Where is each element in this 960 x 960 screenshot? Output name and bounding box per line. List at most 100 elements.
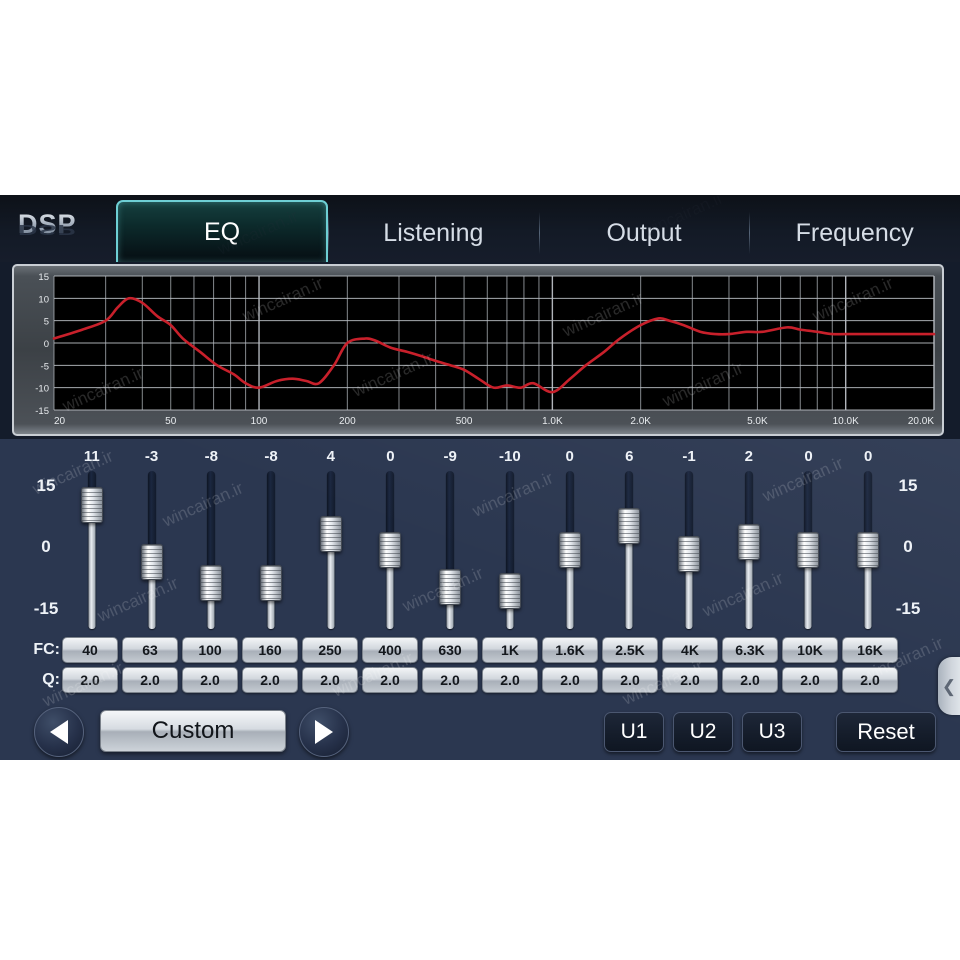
- fc-value-button[interactable]: 100: [182, 637, 238, 663]
- gain-value: 4: [326, 448, 335, 465]
- next-preset-button[interactable]: [299, 707, 349, 757]
- q-value-button[interactable]: 2.0: [422, 667, 478, 693]
- slider-thumb[interactable]: [498, 572, 521, 609]
- user-preset-u3-label: U3: [758, 720, 786, 743]
- q-value-button[interactable]: 2.0: [302, 667, 358, 693]
- q-value-button[interactable]: 2.0: [782, 667, 838, 693]
- q-value-button[interactable]: 2.0: [242, 667, 298, 693]
- fc-value-button[interactable]: 1K: [482, 637, 538, 663]
- slider-thumb[interactable]: [678, 536, 701, 573]
- fc-value-button[interactable]: 1.6K: [542, 637, 598, 663]
- fc-value-button[interactable]: 400: [362, 637, 418, 663]
- eq-band-slider[interactable]: [62, 471, 122, 629]
- slider-thumb[interactable]: [857, 532, 880, 568]
- fc-value-button[interactable]: 2.5K: [602, 637, 658, 663]
- svg-text:0: 0: [44, 339, 49, 350]
- fc-value-button[interactable]: 63: [122, 637, 178, 663]
- q-value-button[interactable]: 2.0: [482, 667, 538, 693]
- gain-value: 11: [83, 448, 100, 465]
- tab-output[interactable]: Output: [538, 204, 750, 262]
- preset-name-button[interactable]: Custom: [100, 710, 286, 752]
- svg-text:5.0K: 5.0K: [747, 416, 768, 427]
- user-preset-u2-button[interactable]: U2: [673, 712, 733, 752]
- q-value-button[interactable]: 2.0: [662, 667, 718, 693]
- svg-text:-10: -10: [35, 384, 49, 395]
- slider-thumb[interactable]: [618, 507, 641, 544]
- q-row-label: Q:: [42, 671, 60, 688]
- tab-frequency[interactable]: Frequency: [749, 204, 960, 262]
- slider-thumb[interactable]: [80, 487, 103, 524]
- gain-value-row: 11 -3 -8 -8 4 0 -9 -10 0 6 -1 2 0 0: [62, 448, 898, 470]
- svg-text:10.0K: 10.0K: [833, 416, 859, 427]
- slider-rack: [62, 471, 898, 629]
- q-value-button[interactable]: 2.0: [602, 667, 658, 693]
- tab-eq[interactable]: EQ: [116, 200, 328, 262]
- eq-slider-panel: 11 -3 -8 -8 4 0 -9 -10 0 6 -1 2 0 0 15 0 -15 15 0 -15…: [0, 439, 960, 760]
- slider-thumb[interactable]: [797, 532, 820, 568]
- q-value-button[interactable]: 2.0: [842, 667, 898, 693]
- q-value-button[interactable]: 2.0: [722, 667, 778, 693]
- fc-value-button[interactable]: 160: [242, 637, 298, 663]
- svg-text:10: 10: [38, 294, 49, 305]
- slider-thumb[interactable]: [319, 515, 342, 552]
- tab-frequency-label: Frequency: [795, 218, 914, 247]
- q-value-button[interactable]: 2.0: [362, 667, 418, 693]
- eq-band-slider[interactable]: [719, 471, 779, 629]
- tab-listening[interactable]: Listening: [328, 204, 539, 262]
- q-value-button[interactable]: 2.0: [542, 667, 598, 693]
- gain-value: -1: [682, 448, 696, 465]
- reset-button[interactable]: Reset: [836, 712, 936, 752]
- prev-preset-button[interactable]: [34, 707, 84, 757]
- eq-band-slider[interactable]: [122, 471, 182, 629]
- scale-left-bottom: -15: [33, 599, 59, 618]
- svg-text:100: 100: [251, 416, 268, 427]
- slider-thumb[interactable]: [200, 564, 223, 601]
- dsp-eq-app: DSP DSP EQ Listening Output Frequency 15…: [0, 195, 960, 760]
- fc-value-button[interactable]: 40: [62, 637, 118, 663]
- dsp-logo: DSP DSP: [0, 195, 110, 262]
- slider-thumb[interactable]: [140, 544, 163, 581]
- eq-band-slider[interactable]: [181, 471, 241, 629]
- fc-value-button[interactable]: 4K: [662, 637, 718, 663]
- eq-band-slider[interactable]: [599, 471, 659, 629]
- svg-text:200: 200: [339, 416, 356, 427]
- eq-band-slider[interactable]: [779, 471, 839, 629]
- eq-band-slider[interactable]: [301, 471, 361, 629]
- fc-value-button[interactable]: 630: [422, 637, 478, 663]
- gain-value: -8: [264, 448, 278, 465]
- triangle-right-icon: [315, 720, 333, 744]
- q-value-button[interactable]: 2.0: [122, 667, 178, 693]
- q-value-button[interactable]: 2.0: [62, 667, 118, 693]
- slider-thumb[interactable]: [558, 532, 581, 568]
- eq-band-slider[interactable]: [361, 471, 421, 629]
- q-row: 2.0 2.0 2.0 2.0 2.0 2.0 2.0 2.0 2.0 2.0 2.0 2.0 2.0 2…: [62, 667, 898, 693]
- eq-curve-svg: 151050-5-10-1520 50 100 200 500 1.0K 2.0K 5.0K 1…: [35, 272, 936, 427]
- gain-value: 6: [625, 448, 634, 465]
- gain-value: 2: [744, 448, 753, 465]
- slider-thumb[interactable]: [260, 564, 283, 601]
- eq-band-slider[interactable]: [241, 471, 301, 629]
- fc-value-button[interactable]: 250: [302, 637, 358, 663]
- slider-thumb[interactable]: [379, 532, 402, 568]
- eq-band-slider[interactable]: [659, 471, 719, 629]
- svg-text:-5: -5: [41, 361, 49, 372]
- eq-band-slider[interactable]: [420, 471, 480, 629]
- svg-text:20.0K: 20.0K: [908, 416, 934, 427]
- preset-bar: Custom U1 U2 U3 Reset: [0, 701, 960, 760]
- slider-thumb[interactable]: [439, 568, 462, 605]
- gain-value: -3: [144, 448, 159, 465]
- user-preset-u1-button[interactable]: U1: [604, 712, 664, 752]
- panel-collapse-tab[interactable]: ❮: [938, 657, 960, 715]
- slider-thumb[interactable]: [737, 523, 760, 560]
- q-value-button[interactable]: 2.0: [182, 667, 238, 693]
- user-preset-u3-button[interactable]: U3: [742, 712, 802, 752]
- eq-band-slider[interactable]: [540, 471, 600, 629]
- fc-value-button[interactable]: 6.3K: [722, 637, 778, 663]
- fc-value-button[interactable]: 16K: [842, 637, 898, 663]
- eq-band-slider[interactable]: [838, 471, 898, 629]
- fc-value-button[interactable]: 10K: [782, 637, 838, 663]
- eq-band-slider[interactable]: [480, 471, 540, 629]
- gain-value: 0: [804, 448, 813, 465]
- svg-text:-15: -15: [35, 406, 49, 417]
- scale-left-top: 15: [36, 476, 56, 495]
